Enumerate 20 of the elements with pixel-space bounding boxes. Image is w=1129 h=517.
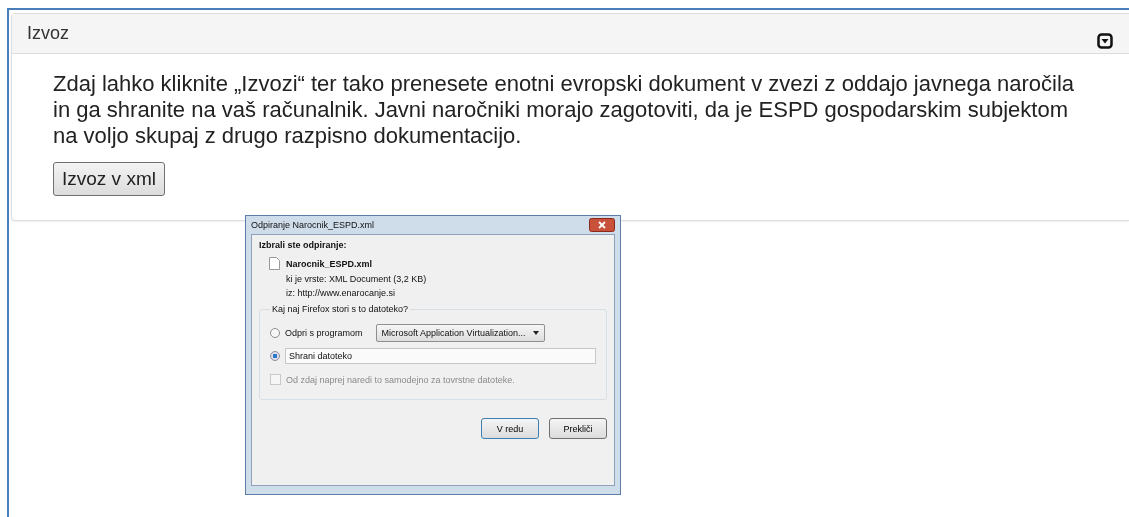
panel-title: Izvoz <box>27 23 69 44</box>
source-text: iz: http://www.enarocanje.si <box>286 288 397 298</box>
dialog-button[interactable]: V redu <box>481 418 539 439</box>
option-label[interactable]: Shrani datoteko <box>285 348 596 364</box>
intro-text: Izbrali ste odpiranje: <box>259 240 348 250</box>
file-icon <box>269 257 280 270</box>
radio-button[interactable] <box>270 328 280 338</box>
radio-button[interactable] <box>270 351 280 361</box>
dialog-button[interactable]: Prekliči <box>549 418 607 439</box>
file-type-text: ki je vrste: XML Document (3,2 KB) <box>286 274 428 284</box>
program-dropdown[interactable]: Microsoft Application Virtualization... <box>375 324 546 342</box>
option-label[interactable]: Odpri s programom <box>285 327 363 339</box>
file-name: Narocnik_ESPD.xml <box>286 258 373 269</box>
question-text: Kaj naj Firefox stori s to datoteko? <box>271 304 410 314</box>
export-xml-button[interactable]: Izvoz v xml <box>53 162 165 196</box>
description-text: Zdaj lahko kliknite „Izvozi“ ter tako prenesete enotni evropski dokument v zvezi z oddajo javnega naročila in ga shranite na vaš računalnik. Javni naročniki morajo zagotoviti, da je ESPD gospodarskim subjektom na voljo skupaj z drugo razpisno dokumentacijo. <box>53 71 1076 149</box>
dialog-title: Odpiranje Narocnik_ESPD.xml <box>251 220 375 230</box>
close-icon[interactable] <box>589 218 615 232</box>
collapse-icon[interactable] <box>1097 32 1113 49</box>
caret-icon <box>533 331 540 335</box>
